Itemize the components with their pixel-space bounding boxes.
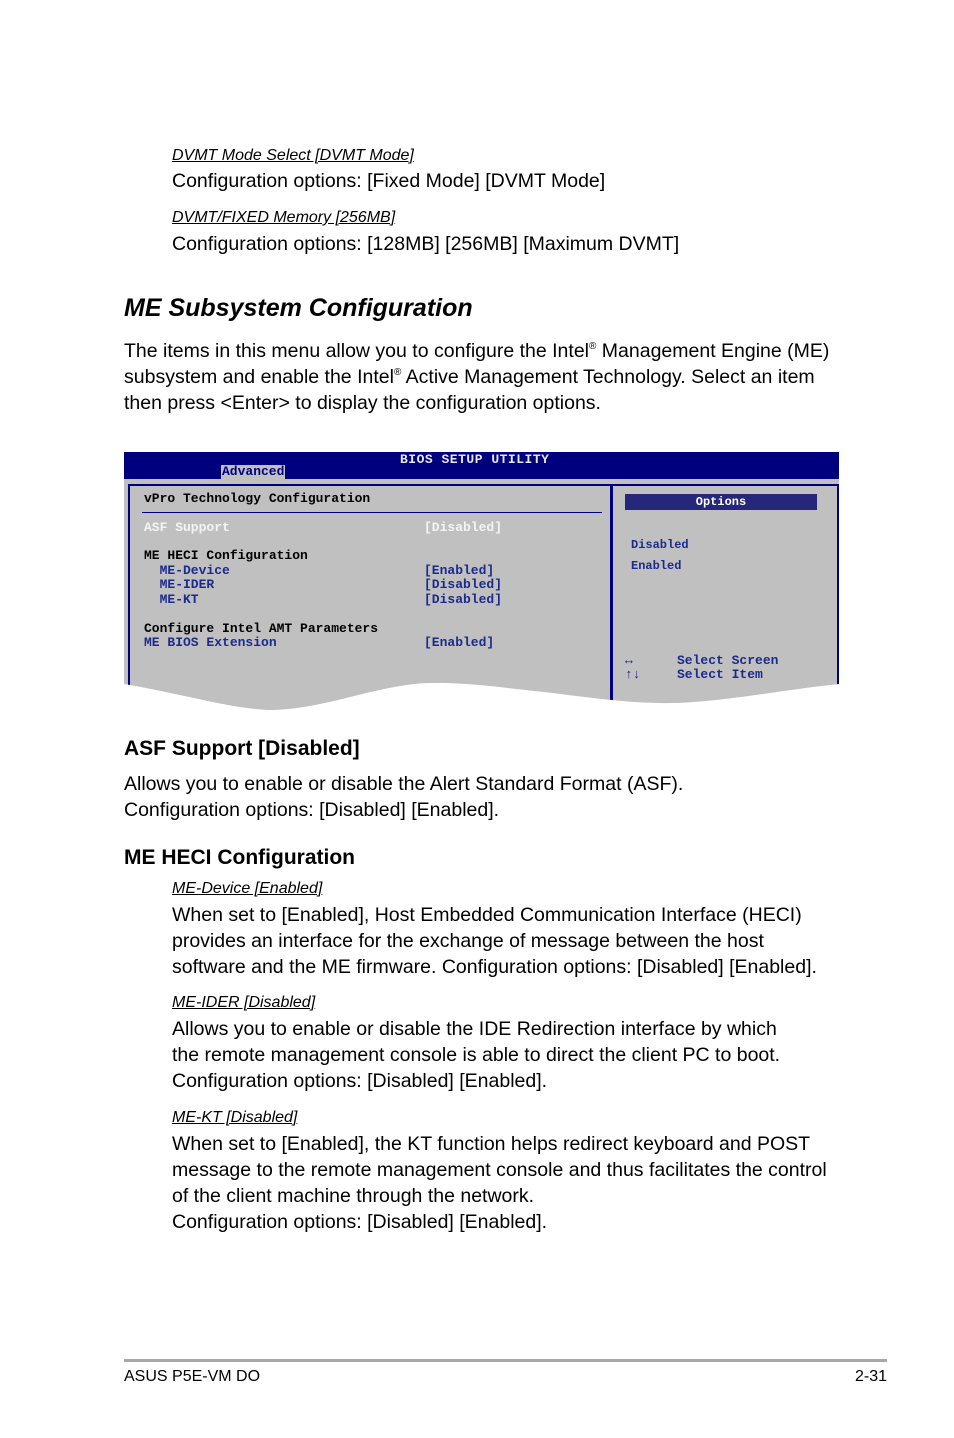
me-kt-line: When set to [Enabled], the KT function h…	[172, 1133, 811, 1155]
bios-item-asf-support[interactable]: ASF Support	[144, 521, 230, 535]
intro-text: Active Management Technology. Select an …	[401, 366, 815, 388]
me-device-line: When set to [Enabled], Host Embedded Com…	[172, 904, 802, 926]
arrow-left-right-icon: ↔	[625, 653, 633, 668]
me-kt-line: message to the remote management console…	[172, 1159, 827, 1181]
dvmt-memory-heading: DVMT/FIXED Memory [256MB]	[172, 209, 396, 226]
bios-screenshot: BIOS SETUP UTILITY Advanced vPro Technol…	[124, 452, 839, 712]
dvmt-memory-options: Configuration options: [128MB] [256MB] […	[172, 233, 680, 255]
asf-heading: ASF Support [Disabled]	[124, 737, 360, 760]
me-ider-line: Configuration options: [Disabled] [Enabl…	[172, 1070, 548, 1092]
me-kt-heading: ME-KT [Disabled]	[172, 1109, 298, 1126]
bios-help-select-screen: Select Screen	[677, 653, 779, 668]
intro-text: The items in this menu allow you to conf…	[124, 340, 589, 362]
me-device-heading: ME-Device [Enabled]	[172, 880, 323, 897]
intro-text: subsystem and enable the Intel	[124, 366, 394, 388]
footer-rule	[124, 1359, 887, 1362]
me-device-line: provides an interface for the exchange o…	[172, 930, 764, 952]
bios-divider	[142, 512, 602, 513]
section-intro-line-3: then press <Enter> to display the config…	[124, 392, 601, 414]
bios-item-asf-support-value[interactable]: [Disabled]	[424, 521, 502, 535]
bios-item-me-device[interactable]: ME-Device	[144, 564, 230, 578]
me-kt-line: Configuration options: [Disabled] [Enabl…	[172, 1211, 548, 1233]
bios-help-panel: Options Disabled Enabled ↔ Select Screen…	[611, 484, 839, 712]
heci-heading: ME HECI Configuration	[124, 846, 355, 869]
footer-product: ASUS P5E-VM DO	[124, 1368, 261, 1385]
dvmt-mode-select-heading: DVMT Mode Select [DVMT Mode]	[172, 147, 414, 164]
me-ider-heading: ME-IDER [Disabled]	[172, 994, 316, 1011]
bios-tab-advanced[interactable]: Advanced	[221, 465, 286, 479]
torn-edge	[124, 682, 839, 712]
me-ider-line: Allows you to enable or disable the IDE …	[172, 1018, 777, 1040]
bios-group-amt-params: Configure Intel AMT Parameters	[144, 621, 379, 636]
section-title: ME Subsystem Configuration	[124, 294, 473, 322]
me-kt-line: of the client machine through the networ…	[172, 1185, 535, 1207]
bios-title: BIOS SETUP UTILITY	[400, 452, 550, 467]
bios-option-disabled[interactable]: Disabled	[631, 538, 689, 552]
me-ider-line: the remote management console is able to…	[172, 1044, 781, 1066]
bios-item-me-bios-extension-value[interactable]: [Enabled]	[424, 636, 494, 650]
asf-line-2: Configuration options: [Disabled] [Enabl…	[124, 799, 500, 821]
section-intro-line-2: subsystem and enable the Intel® Active M…	[124, 364, 815, 390]
bios-options-title: Options	[625, 494, 817, 510]
bios-main-panel: vPro Technology Configuration ASF Suppor…	[128, 484, 612, 712]
footer-page-number: 2-31	[854, 1368, 887, 1385]
section-intro-line-1: The items in this menu allow you to conf…	[124, 338, 829, 364]
dvmt-mode-select-options: Configuration options: [Fixed Mode] [DVM…	[172, 170, 606, 192]
bios-group-me-heci: ME HECI Configuration	[144, 548, 308, 563]
bios-item-me-device-value[interactable]: [Enabled]	[424, 564, 494, 578]
me-device-line: software and the ME firmware. Configurat…	[172, 956, 817, 978]
bios-item-me-ider-value[interactable]: [Disabled]	[424, 578, 502, 592]
bios-item-me-bios-extension[interactable]: ME BIOS Extension	[144, 636, 277, 650]
bios-title-bar: BIOS SETUP UTILITY Advanced	[124, 452, 839, 479]
bios-option-enabled[interactable]: Enabled	[631, 559, 681, 573]
bios-item-me-kt-value[interactable]: [Disabled]	[424, 593, 502, 607]
bios-item-me-ider[interactable]: ME-IDER	[144, 578, 215, 592]
intro-text: Management Engine (ME)	[596, 340, 830, 362]
asf-line-1: Allows you to enable or disable the Aler…	[124, 773, 684, 795]
bios-item-me-kt[interactable]: ME-KT	[144, 593, 199, 607]
bios-panel-title: vPro Technology Configuration	[144, 491, 371, 506]
